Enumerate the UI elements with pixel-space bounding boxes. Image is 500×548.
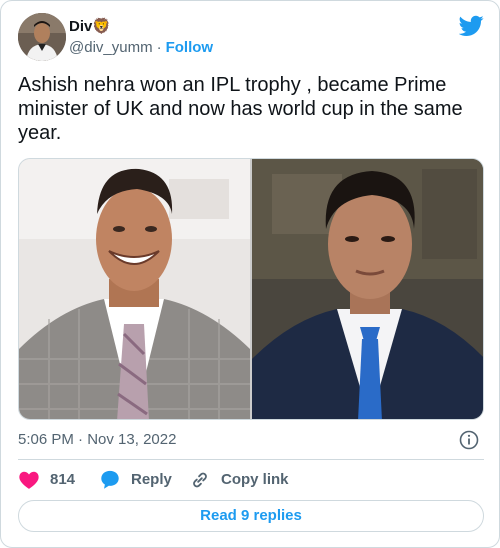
- tweet-date[interactable]: Nov 13, 2022: [87, 431, 176, 448]
- copy-link-button[interactable]: Copy link: [189, 469, 289, 491]
- handle-row: @div_yumm · Follow: [69, 38, 213, 58]
- divider: [18, 459, 484, 460]
- avatar[interactable]: [18, 13, 66, 61]
- copy-link-label: Copy link: [221, 471, 289, 488]
- like-count: 814: [50, 471, 76, 488]
- author-name[interactable]: Div🦁: [69, 17, 111, 37]
- reply-label: Reply: [131, 471, 172, 488]
- twitter-bird-icon[interactable]: [459, 15, 484, 37]
- separator-dot: ·: [78, 431, 84, 448]
- tweet-card: Div🦁 @div_yumm · Follow Ashish nehra won a…: [0, 0, 500, 548]
- reply-button[interactable]: Reply: [99, 469, 172, 491]
- photo-right[interactable]: [252, 159, 484, 420]
- tweet-time[interactable]: 5:06 PM: [18, 431, 74, 448]
- photo-left[interactable]: [19, 159, 250, 420]
- author-handle[interactable]: @div_yumm: [69, 39, 153, 56]
- display-name[interactable]: Div: [69, 18, 92, 35]
- follow-button[interactable]: Follow: [166, 39, 214, 56]
- info-icon[interactable]: [459, 430, 479, 450]
- tweet-header: Div🦁 @div_yumm · Follow: [18, 13, 484, 63]
- reply-bubble-icon: [101, 470, 119, 489]
- tweet-timestamp[interactable]: 5:06 PM · Nov 13, 2022: [18, 430, 176, 450]
- heart-icon: [19, 471, 39, 489]
- link-icon: [193, 472, 207, 488]
- tweet-media[interactable]: [18, 158, 484, 420]
- like-button[interactable]: 814: [18, 469, 75, 491]
- tweet-text: Ashish nehra won an IPL trophy , became …: [18, 74, 463, 144]
- lion-emoji: 🦁: [92, 18, 112, 35]
- separator-dot: ·: [156, 39, 162, 56]
- read-replies-button[interactable]: Read 9 replies: [18, 500, 484, 532]
